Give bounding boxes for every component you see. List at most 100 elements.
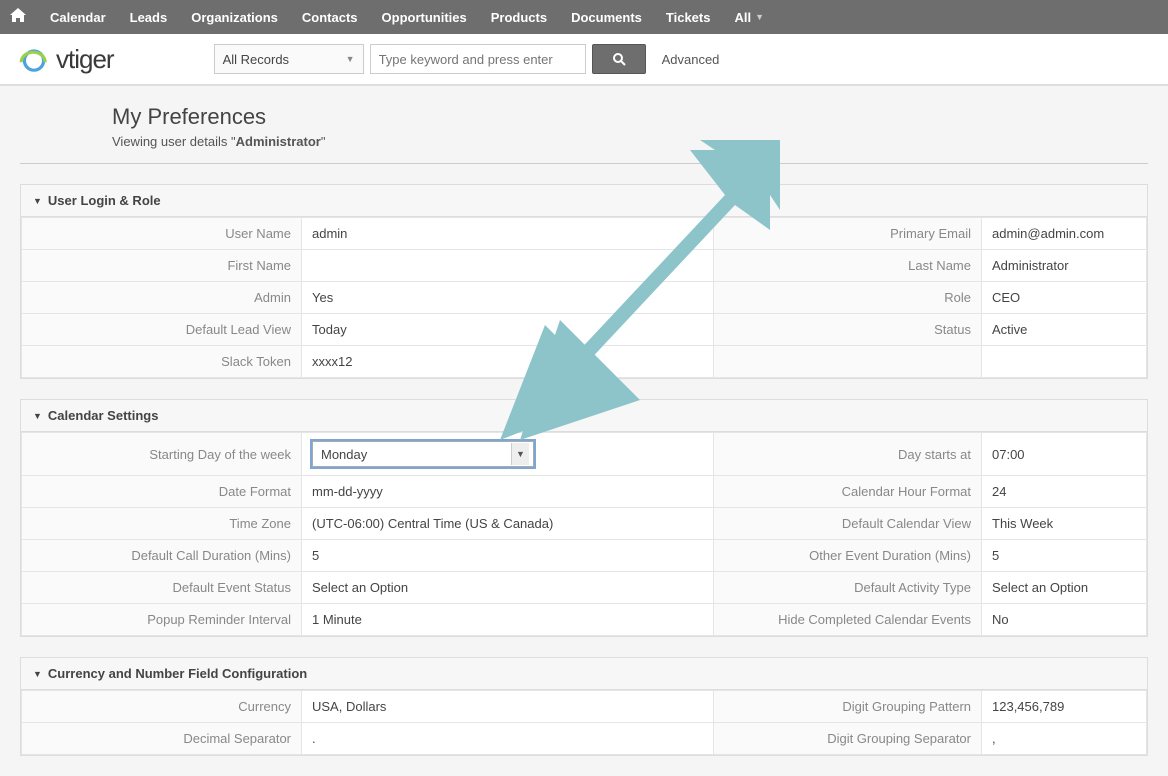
field-label: Slack Token — [22, 346, 302, 378]
field-value[interactable] — [302, 250, 714, 282]
header-bar: vtiger All Records ▼ Advanced — [0, 34, 1168, 86]
field-value[interactable]: 123,456,789 — [982, 691, 1147, 723]
chevron-down-icon: ▼ — [755, 12, 764, 22]
table-row: Starting Day of the week Monday ▼ Day st… — [22, 433, 1147, 476]
panel-currency: ▼ Currency and Number Field Configuratio… — [20, 657, 1148, 756]
field-value[interactable]: USA, Dollars — [302, 691, 714, 723]
panel-user-login-header[interactable]: ▼ User Login & Role — [21, 185, 1147, 217]
nav-leads[interactable]: Leads — [118, 10, 180, 25]
field-label: Role — [714, 282, 982, 314]
logo-text: vtiger — [56, 44, 114, 75]
field-label: Starting Day of the week — [22, 433, 302, 476]
search-icon — [612, 52, 626, 66]
user-login-table: User Name admin Primary Email admin@admi… — [21, 217, 1147, 378]
records-scope-label: All Records — [223, 52, 289, 67]
table-row: Default Call Duration (Mins) 5 Other Eve… — [22, 540, 1147, 572]
caret-down-icon: ▼ — [33, 196, 42, 206]
field-label — [714, 346, 982, 378]
page-subtitle: Viewing user details "Administrator" — [112, 134, 1168, 149]
field-value: Monday ▼ — [302, 433, 714, 476]
field-value[interactable]: admin — [302, 218, 714, 250]
search-button[interactable] — [592, 44, 646, 74]
field-value[interactable]: 1 Minute — [302, 604, 714, 636]
field-value[interactable]: Select an Option — [302, 572, 714, 604]
caret-down-icon: ▼ — [33, 411, 42, 421]
field-label: Default Call Duration (Mins) — [22, 540, 302, 572]
field-label: Currency — [22, 691, 302, 723]
field-label: User Name — [22, 218, 302, 250]
logo[interactable]: vtiger — [18, 44, 114, 75]
field-value[interactable]: 07:00 — [982, 433, 1147, 476]
field-value[interactable]: Yes — [302, 282, 714, 314]
page-title: My Preferences — [112, 104, 1168, 130]
field-label: Date Format — [22, 476, 302, 508]
field-label: Default Event Status — [22, 572, 302, 604]
starting-day-select[interactable]: Monday ▼ — [312, 441, 534, 467]
home-icon[interactable] — [10, 8, 26, 27]
field-label: Default Calendar View — [714, 508, 982, 540]
field-value[interactable]: (UTC-06:00) Central Time (US & Canada) — [302, 508, 714, 540]
table-row: Slack Token xxxx12 — [22, 346, 1147, 378]
nav-tickets[interactable]: Tickets — [654, 10, 723, 25]
panel-user-login: ▼ User Login & Role User Name admin Prim… — [20, 184, 1148, 379]
field-value[interactable]: , — [982, 723, 1147, 755]
panel-calendar-title: Calendar Settings — [48, 408, 159, 423]
table-row: Currency USA, Dollars Digit Grouping Pat… — [22, 691, 1147, 723]
calendar-settings-table: Starting Day of the week Monday ▼ Day st… — [21, 432, 1147, 636]
nav-calendar[interactable]: Calendar — [38, 10, 118, 25]
field-label: Primary Email — [714, 218, 982, 250]
page-header: My Preferences Viewing user details "Adm… — [0, 86, 1168, 163]
nav-opportunities[interactable]: Opportunities — [370, 10, 479, 25]
table-row: Popup Reminder Interval 1 Minute Hide Co… — [22, 604, 1147, 636]
field-label: Default Lead View — [22, 314, 302, 346]
nav-all[interactable]: All ▼ — [722, 10, 776, 25]
field-label: Status — [714, 314, 982, 346]
field-label: Default Activity Type — [714, 572, 982, 604]
field-value[interactable]: No — [982, 604, 1147, 636]
field-value[interactable]: Select an Option — [982, 572, 1147, 604]
chevron-down-icon: ▼ — [346, 54, 355, 64]
field-value[interactable]: . — [302, 723, 714, 755]
caret-down-icon: ▼ — [33, 669, 42, 679]
table-row: Date Format mm-dd-yyyy Calendar Hour For… — [22, 476, 1147, 508]
panel-calendar-settings: ▼ Calendar Settings Starting Day of the … — [20, 399, 1148, 637]
table-row: Default Lead View Today Status Active — [22, 314, 1147, 346]
field-value[interactable] — [982, 346, 1147, 378]
field-value[interactable]: Administrator — [982, 250, 1147, 282]
records-scope-select[interactable]: All Records ▼ — [214, 44, 364, 74]
nav-contacts[interactable]: Contacts — [290, 10, 370, 25]
field-value[interactable]: 5 — [302, 540, 714, 572]
field-label: Popup Reminder Interval — [22, 604, 302, 636]
panel-user-login-title: User Login & Role — [48, 193, 161, 208]
field-value[interactable]: xxxx12 — [302, 346, 714, 378]
field-value[interactable]: 24 — [982, 476, 1147, 508]
field-value[interactable]: This Week — [982, 508, 1147, 540]
currency-table: Currency USA, Dollars Digit Grouping Pat… — [21, 690, 1147, 755]
table-row: Default Event Status Select an Option De… — [22, 572, 1147, 604]
nav-organizations[interactable]: Organizations — [179, 10, 290, 25]
advanced-search-link[interactable]: Advanced — [662, 52, 720, 67]
field-value[interactable]: admin@admin.com — [982, 218, 1147, 250]
search-row: All Records ▼ Advanced — [214, 44, 720, 74]
top-navbar: Calendar Leads Organizations Contacts Op… — [0, 0, 1168, 34]
logo-icon — [18, 46, 50, 72]
panel-currency-header[interactable]: ▼ Currency and Number Field Configuratio… — [21, 658, 1147, 690]
table-row: Decimal Separator . Digit Grouping Separ… — [22, 723, 1147, 755]
panel-calendar-header[interactable]: ▼ Calendar Settings — [21, 400, 1147, 432]
nav-documents[interactable]: Documents — [559, 10, 654, 25]
field-value[interactable]: Today — [302, 314, 714, 346]
field-label: Hide Completed Calendar Events — [714, 604, 982, 636]
field-label: First Name — [22, 250, 302, 282]
field-value[interactable]: Active — [982, 314, 1147, 346]
field-value[interactable]: mm-dd-yyyy — [302, 476, 714, 508]
starting-day-selected: Monday — [321, 447, 367, 462]
field-label: Digit Grouping Pattern — [714, 691, 982, 723]
field-value[interactable]: 5 — [982, 540, 1147, 572]
nav-products[interactable]: Products — [479, 10, 559, 25]
field-label: Last Name — [714, 250, 982, 282]
search-input[interactable] — [370, 44, 586, 74]
table-row: Time Zone (UTC-06:00) Central Time (US &… — [22, 508, 1147, 540]
panel-currency-title: Currency and Number Field Configuration — [48, 666, 307, 681]
field-label: Time Zone — [22, 508, 302, 540]
field-value[interactable]: CEO — [982, 282, 1147, 314]
